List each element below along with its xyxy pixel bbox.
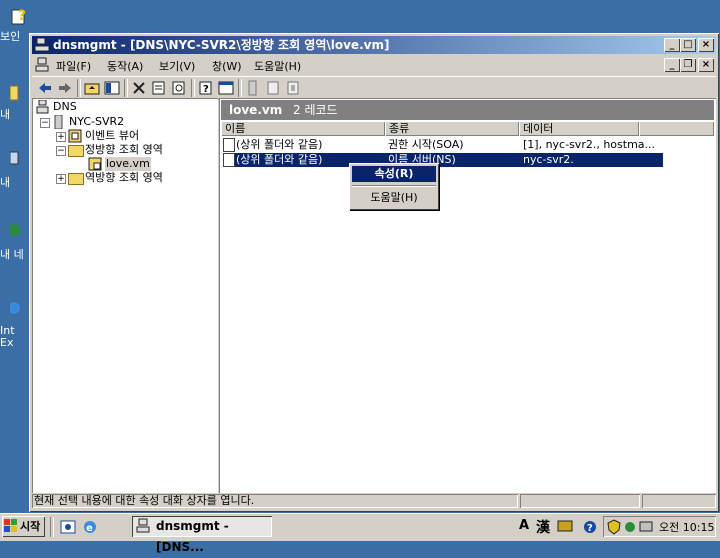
tree-node-label: 정방향 조회 영역 bbox=[85, 143, 163, 156]
taskbar-button-dnsmgmt[interactable]: dnsmgmt - [DNS... bbox=[132, 516, 272, 554]
dns-icon bbox=[36, 99, 50, 118]
collapse-toggle[interactable]: − bbox=[56, 146, 66, 156]
taskbar-button-label: dnsmgmt - [DNS... bbox=[156, 519, 229, 554]
menu-action[interactable]: 동작(A) bbox=[107, 58, 143, 74]
system-tray: 오전 10:15 bbox=[603, 516, 716, 537]
properties-icon[interactable] bbox=[151, 80, 167, 96]
taskbar: 시작 e dnsmgmt - [DNS... A 漢 ? 오전 10:15 bbox=[0, 513, 720, 554]
status-panel bbox=[520, 494, 640, 508]
back-arrow-icon[interactable] bbox=[37, 80, 53, 96]
tree-node-label: NYC-SVR2 bbox=[69, 115, 125, 128]
context-menu-properties[interactable]: 속성(R) bbox=[352, 166, 436, 182]
menu-view[interactable]: 보기(V) bbox=[159, 58, 195, 74]
help-icon[interactable]: ? bbox=[198, 80, 214, 96]
window-titlebar[interactable]: dnsmgmt - [DNS\NYC-SVR2\정방향 조회 영역\love.v… bbox=[32, 36, 716, 54]
show-desktop-icon[interactable] bbox=[60, 519, 76, 538]
console-icon[interactable] bbox=[35, 57, 51, 76]
menu-divider bbox=[352, 185, 436, 187]
menu-file[interactable]: 파일(F) bbox=[56, 58, 91, 74]
svg-text:e: e bbox=[86, 523, 93, 534]
folder-icon bbox=[68, 173, 84, 185]
record-icon[interactable] bbox=[285, 80, 301, 96]
ime-hanja-indicator[interactable]: 漢 bbox=[536, 517, 550, 537]
ime-mode-indicator[interactable]: A bbox=[519, 518, 529, 533]
close-button[interactable]: × bbox=[698, 38, 714, 52]
cell-data: nyc-svr2. bbox=[523, 153, 574, 166]
menu-help[interactable]: 도움말(H) bbox=[254, 58, 301, 74]
child-minimize-button[interactable]: _ bbox=[664, 58, 680, 72]
details-header: love.vm 2 레코드 bbox=[221, 100, 714, 120]
help-file-icon: ? bbox=[10, 4, 32, 26]
server-icon[interactable] bbox=[245, 80, 261, 96]
network-icon[interactable] bbox=[623, 519, 637, 538]
context-menu: 속성(R) 도움말(H) bbox=[349, 163, 439, 210]
ime-tool-icon[interactable] bbox=[557, 518, 573, 537]
start-label: 시작 bbox=[20, 520, 41, 533]
tree-node-label: DNS bbox=[53, 100, 77, 113]
record-count: 2 레코드 bbox=[293, 103, 338, 117]
status-bar: 현재 선택 내용에 대한 속성 대화 상자를 엽니다. bbox=[32, 493, 716, 509]
expand-toggle[interactable]: + bbox=[56, 174, 66, 184]
new-window-icon[interactable] bbox=[218, 80, 234, 96]
column-header-blank bbox=[639, 121, 714, 136]
record-icon bbox=[223, 138, 235, 152]
svg-text:?: ? bbox=[203, 84, 209, 95]
help-icon[interactable]: ? bbox=[582, 519, 598, 538]
menu-window[interactable]: 창(W) bbox=[212, 58, 242, 74]
start-button[interactable]: 시작 bbox=[2, 516, 45, 537]
window-title: dnsmgmt - [DNS\NYC-SVR2\정방향 조회 영역\love.v… bbox=[53, 38, 390, 52]
details-pane: love.vm 2 레코드 이름 종류 데이터 (상위 폴더와 같음) 권한 시… bbox=[219, 98, 716, 493]
table-row[interactable]: (상위 폴더와 같음) 권한 시작(SOA) [1], nyc-svr2., h… bbox=[223, 138, 663, 152]
windows-logo-icon bbox=[4, 519, 18, 540]
zone-icon[interactable] bbox=[265, 80, 281, 96]
cell-type: 권한 시작(SOA) bbox=[388, 138, 464, 151]
menu-bar: 파일(F) 동작(A) 보기(V) 창(W) 도움말(H) _ ❐ × bbox=[32, 55, 716, 75]
maximize-button[interactable]: □ bbox=[680, 38, 696, 52]
security-shield-icon[interactable] bbox=[607, 519, 621, 538]
context-menu-help[interactable]: 도움말(H) bbox=[352, 190, 436, 206]
minimize-button[interactable]: _ bbox=[664, 38, 680, 52]
cell-name: (상위 폴더와 같음) bbox=[236, 138, 323, 151]
cell-name: (상위 폴더와 같음) bbox=[236, 153, 323, 166]
dnsmgmt-window: dnsmgmt - [DNS\NYC-SVR2\정방향 조회 영역\love.v… bbox=[29, 33, 719, 512]
status-panel bbox=[642, 494, 716, 508]
record-icon bbox=[223, 153, 235, 167]
zone-name: love.vm bbox=[229, 103, 283, 117]
tree-node-label: love.vm bbox=[105, 157, 151, 171]
cell-data: [1], nyc-svr2., hostma... bbox=[523, 138, 656, 151]
column-header-data[interactable]: 데이터 bbox=[519, 121, 639, 136]
tree-node-label: 이벤트 뷰어 bbox=[85, 129, 140, 142]
toolbar: ? bbox=[32, 76, 716, 100]
status-message: 현재 선택 내용에 대한 속성 대화 상자를 엽니다. bbox=[32, 494, 518, 508]
table-row-selected[interactable]: (상위 폴더와 같음) 이름 서버(NS) nyc-svr2. bbox=[223, 153, 663, 167]
refresh-icon[interactable] bbox=[171, 80, 187, 96]
child-close-button[interactable]: × bbox=[698, 58, 714, 72]
up-folder-icon[interactable] bbox=[84, 80, 100, 96]
server-icon bbox=[52, 114, 66, 133]
display-icon[interactable] bbox=[639, 519, 653, 538]
delete-icon[interactable] bbox=[131, 80, 147, 96]
internet-explorer-icon[interactable]: e bbox=[82, 519, 98, 538]
column-header-type[interactable]: 종류 bbox=[385, 121, 519, 136]
child-restore-button[interactable]: ❐ bbox=[680, 58, 696, 72]
show-hide-tree-icon[interactable] bbox=[104, 80, 120, 96]
folder-icon bbox=[68, 145, 84, 157]
console-tree: DNS − NYC-SVR2 + 이벤트 뷰어 − 정방향 조회 영역 love… bbox=[32, 98, 218, 493]
collapse-toggle[interactable]: − bbox=[40, 118, 50, 128]
column-header-name[interactable]: 이름 bbox=[221, 121, 385, 136]
tree-node-label: 역방향 조회 영역 bbox=[85, 171, 163, 184]
svg-text:?: ? bbox=[587, 523, 593, 534]
dns-app-icon bbox=[136, 518, 152, 541]
svg-text:?: ? bbox=[18, 8, 26, 24]
expand-toggle[interactable]: + bbox=[56, 132, 66, 142]
forward-arrow-icon[interactable] bbox=[57, 80, 73, 96]
clock[interactable]: 오전 10:15 bbox=[659, 519, 714, 535]
